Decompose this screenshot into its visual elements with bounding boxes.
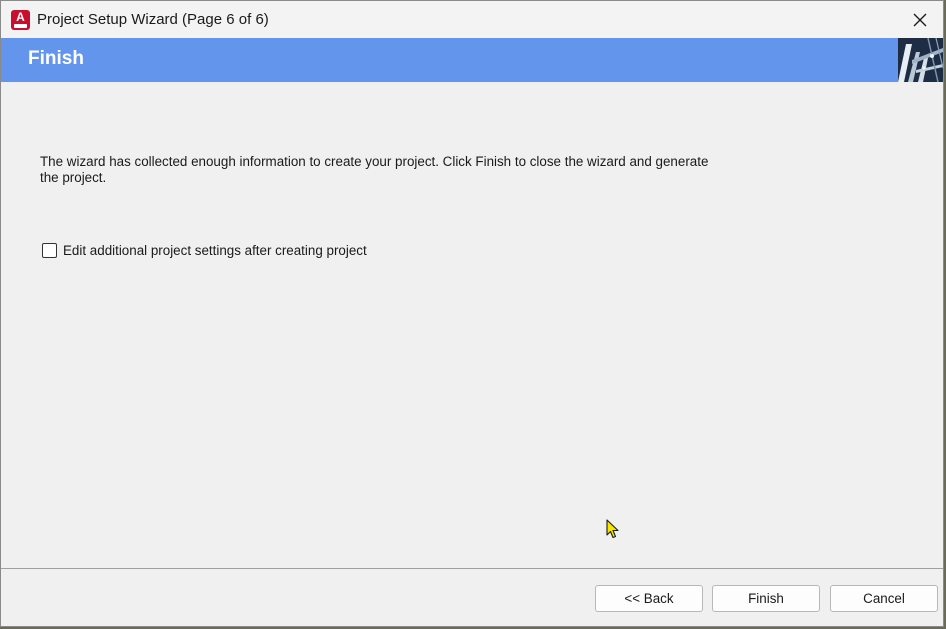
close-button[interactable] (897, 1, 943, 38)
banner-image (898, 38, 943, 82)
page-banner: Finish (1, 38, 943, 82)
title-bar: A Project Setup Wizard (Page 6 of 6) (1, 1, 943, 38)
page-title: Finish (28, 48, 84, 69)
mouse-pointer-icon (606, 519, 619, 539)
window-title: Project Setup Wizard (Page 6 of 6) (37, 11, 269, 28)
autocad-app-icon: A (11, 10, 30, 30)
app-icon-letter: A (16, 10, 25, 24)
edit-settings-checkbox[interactable] (42, 243, 57, 258)
cancel-button[interactable]: Cancel (830, 585, 938, 612)
footer-divider (1, 568, 943, 569)
edit-settings-option[interactable]: Edit additional project settings after c… (42, 243, 367, 258)
edit-settings-label[interactable]: Edit additional project settings after c… (63, 243, 367, 258)
wizard-window: A Project Setup Wizard (Page 6 of 6) Fin… (0, 0, 944, 627)
back-button[interactable]: << Back (595, 585, 703, 612)
finish-button[interactable]: Finish (712, 585, 820, 612)
wizard-message: The wizard has collected enough informat… (40, 154, 709, 185)
close-icon (913, 13, 927, 26)
